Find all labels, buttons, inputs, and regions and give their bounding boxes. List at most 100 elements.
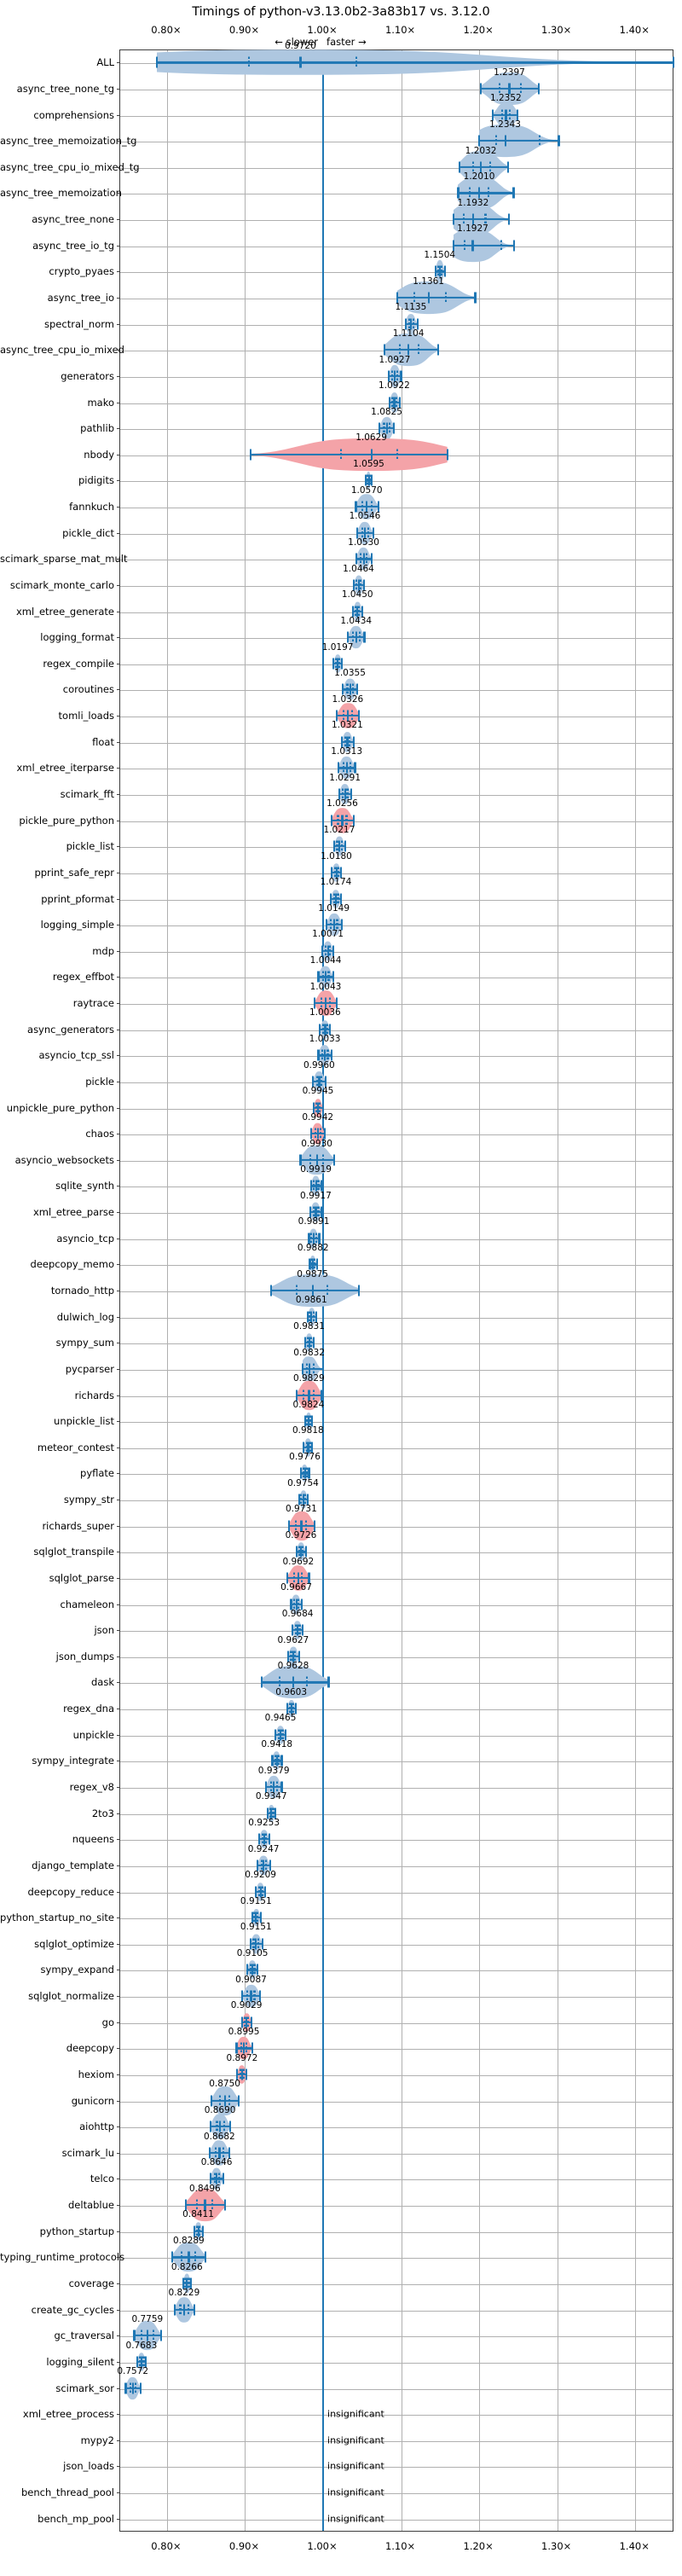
y-tick-label: sqlglot_normalize	[28, 1990, 114, 2003]
y-tick-label: aiohttp	[79, 2121, 114, 2133]
y-tick-mark	[116, 689, 119, 691]
y-tick-label: nqueens	[72, 1833, 114, 1846]
value-label: 0.8289	[173, 2236, 205, 2247]
y-tick-mark	[116, 1421, 119, 1423]
y-tick-label: pprint_pformat	[41, 892, 114, 905]
y-tick-label: pickle_list	[66, 840, 114, 853]
whisker-line	[453, 244, 515, 247]
quartile-marker-low	[340, 449, 343, 461]
value-label: 1.2343	[489, 119, 521, 130]
y-tick-mark	[116, 2074, 119, 2075]
whisker-cap-high	[558, 135, 560, 147]
value-label: 0.9776	[289, 1452, 321, 1463]
value-label: 1.0927	[379, 354, 411, 365]
value-label: 1.0546	[349, 511, 381, 522]
y-tick-label: sympy_integrate	[32, 1755, 114, 1767]
y-tick-label: chaos	[85, 1128, 114, 1140]
y-tick-label: tornado_http	[50, 1285, 114, 1297]
value-label: 0.8646	[200, 2157, 233, 2168]
y-tick-mark	[116, 88, 119, 90]
y-tick-mark	[116, 950, 119, 952]
y-tick-mark	[116, 507, 119, 508]
value-label: 0.8972	[226, 2052, 258, 2063]
whisker-cap-high	[537, 83, 540, 95]
y-tick-label: typing_runtime_protocols	[0, 2251, 125, 2264]
value-label: 1.0464	[343, 563, 374, 574]
y-tick-label: async_tree_none_tg	[16, 82, 114, 95]
x-tick-label: 0.80×	[151, 2540, 182, 2552]
y-tick-mark	[116, 1395, 119, 1396]
value-label: 1.1927	[457, 223, 488, 235]
y-tick-mark	[116, 1787, 119, 1788]
y-tick-label: comprehensions	[33, 108, 114, 121]
y-tick-mark	[116, 375, 119, 377]
value-label: 0.8266	[170, 2261, 203, 2272]
value-label: 0.8496	[188, 2183, 221, 2194]
y-tick-label: dulwich_log	[56, 1310, 114, 1323]
y-tick-mark	[116, 1212, 119, 1214]
value-label: 0.9824	[292, 1399, 325, 1410]
whisker-cap-high	[474, 292, 477, 304]
y-tick-mark	[116, 1996, 119, 1998]
x-tick-label: 1.10×	[384, 2540, 416, 2552]
whisker-line	[270, 1289, 360, 1292]
y-tick-label: scimark_sparse_mat_mult	[0, 553, 128, 566]
y-tick-label: pycparser	[65, 1362, 114, 1375]
y-tick-label: pidigits	[78, 474, 114, 487]
y-tick-label: json_loads	[63, 2460, 114, 2473]
y-tick-label: dask	[91, 1676, 114, 1689]
y-tick-label: meteor_contest	[37, 1441, 114, 1453]
y-tick-mark	[116, 2231, 119, 2232]
y-tick-label: asyncio_tcp	[56, 1232, 114, 1244]
y-tick-mark	[116, 114, 119, 116]
y-tick-mark	[116, 1577, 119, 1579]
y-tick-label: ALL	[96, 56, 114, 69]
value-label: 0.8682	[203, 2131, 235, 2142]
y-tick-label: logging_simple	[40, 919, 114, 931]
quartile-marker-high	[500, 240, 502, 252]
value-label: 1.0355	[334, 668, 366, 679]
quartile-marker-high	[187, 2304, 189, 2316]
y-tick-label: python_startup	[39, 2225, 114, 2237]
y-tick-label: async_generators	[27, 1023, 114, 1036]
y-tick-label: async_tree_memoization_tg	[0, 135, 137, 148]
value-label: 0.8690	[204, 2104, 236, 2115]
x-tick-label: 1.40×	[619, 2540, 650, 2552]
y-tick-label: xml_etree_generate	[15, 605, 114, 618]
value-label: 1.0044	[309, 955, 342, 966]
y-tick-mark	[116, 1682, 119, 1684]
value-label: 1.0570	[350, 484, 383, 496]
y-tick-mark	[116, 1055, 119, 1057]
whisker-line	[453, 218, 509, 221]
quartile-marker-high	[417, 344, 419, 356]
y-tick-label: coverage	[68, 2277, 114, 2289]
whisker-cap-high	[513, 240, 516, 252]
value-label: 0.9917	[300, 1190, 332, 1201]
quartile-marker-high	[135, 2382, 137, 2394]
whisker-cap-high	[204, 2251, 206, 2263]
y-tick-mark	[116, 193, 119, 194]
value-label: 0.9247	[247, 1843, 280, 1854]
y-tick-mark	[116, 898, 119, 900]
y-tick-label: deepcopy_reduce	[27, 1885, 114, 1898]
value-label: 1.0434	[340, 615, 373, 626]
x-tick-label: 1.20×	[463, 2540, 494, 2552]
value-label: 1.0313	[331, 746, 363, 757]
quartile-marker-high	[388, 422, 390, 434]
whisker-cap-low	[479, 83, 483, 95]
value-label: 0.9942	[302, 1111, 334, 1123]
y-tick-label: hexiom	[78, 2068, 114, 2080]
quartile-marker-low	[179, 2304, 182, 2316]
value-label: 1.0217	[323, 824, 355, 835]
y-tick-label: generators	[61, 369, 114, 382]
y-tick-label: go	[101, 2016, 114, 2028]
y-tick-label: sqlite_synth	[55, 1180, 114, 1192]
y-tick-mark	[116, 741, 119, 743]
y-tick-mark	[116, 298, 119, 299]
y-tick-mark	[116, 977, 119, 978]
y-tick-mark	[116, 323, 119, 325]
y-tick-label: sympy_sum	[55, 1337, 114, 1349]
y-tick-label: xml_etree_process	[22, 2408, 114, 2421]
whisker-cap-high	[222, 2173, 224, 2184]
quartile-marker-high	[396, 449, 399, 461]
